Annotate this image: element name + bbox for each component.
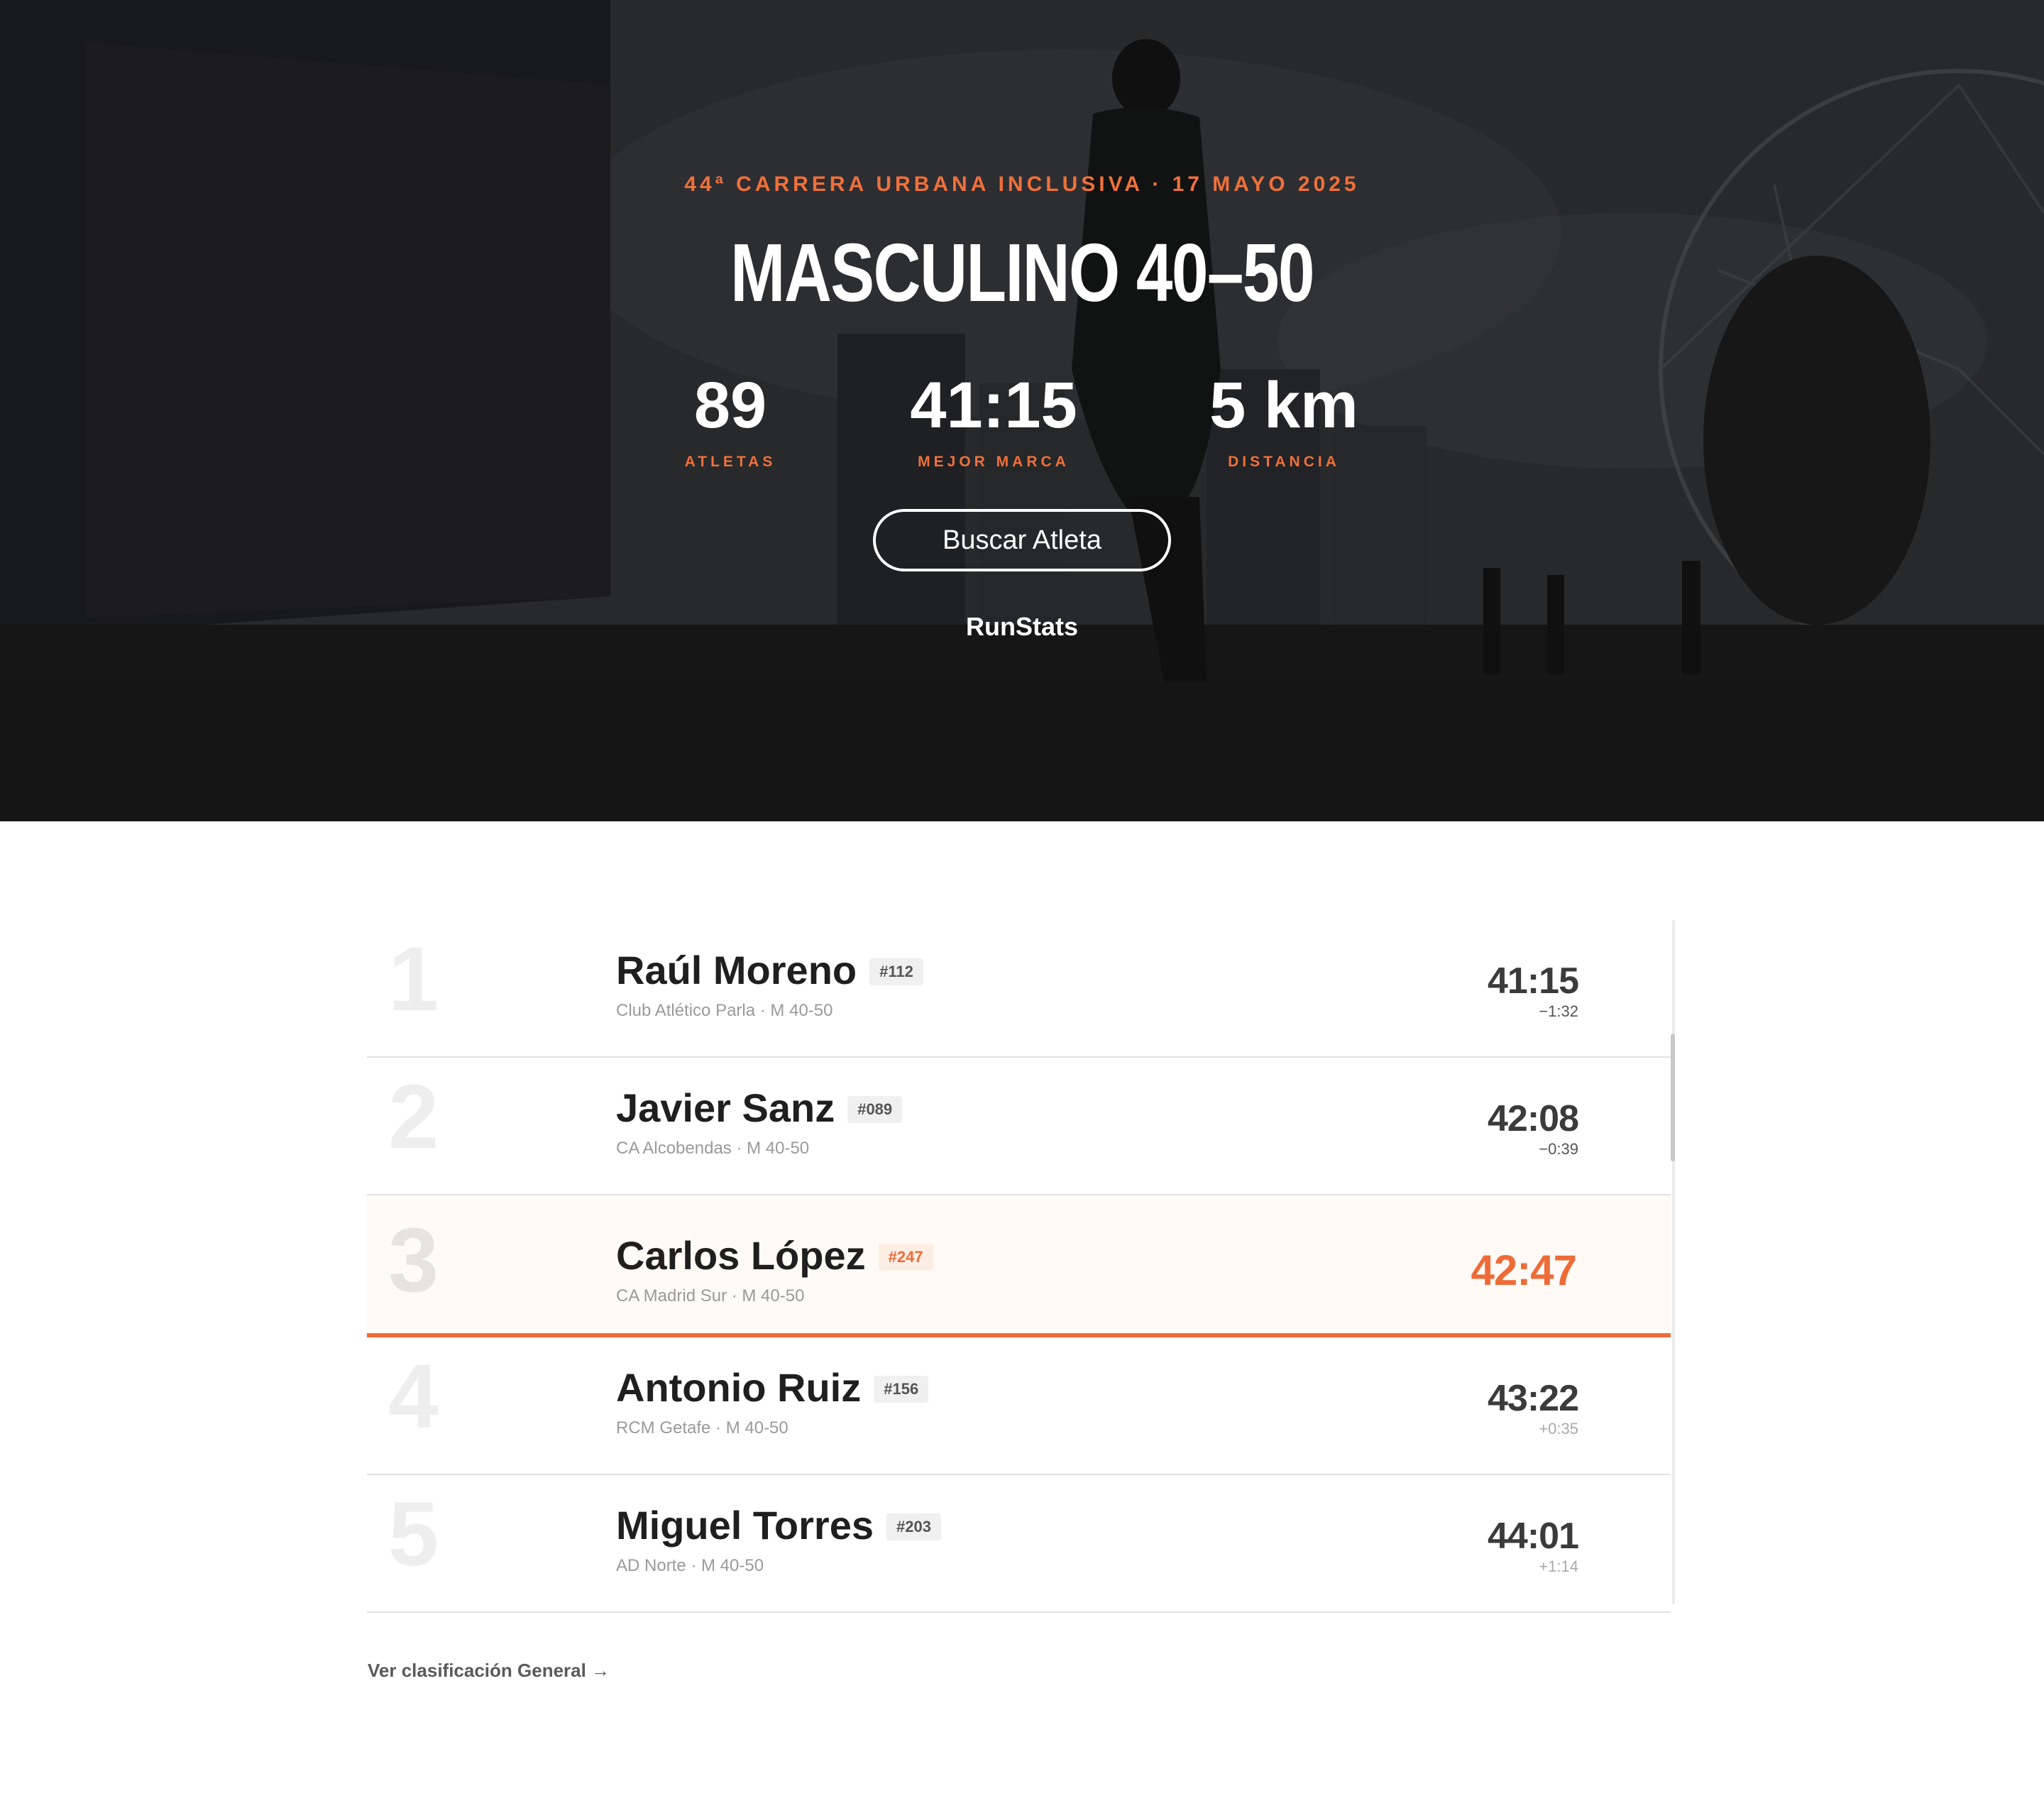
athlete-name: Javier Sanz <box>616 1085 835 1130</box>
time-block: 42:08 −0:39 <box>1488 1098 1579 1159</box>
result-row-highlighted[interactable]: 3 Carlos López #247 CA Madrid Sur · M 40… <box>367 1195 1671 1337</box>
athlete-club: RCM Getafe · M 40-50 <box>616 1418 789 1438</box>
stat-athletes: 89 ATLETAS <box>617 373 844 471</box>
bib-badge: #089 <box>847 1095 903 1123</box>
athlete-club: CA Madrid Sur · M 40-50 <box>616 1286 805 1305</box>
stats-row: 89 ATLETAS 41:15 MEJOR MARCA 5 km DISTAN… <box>0 373 2044 472</box>
stat-label: MEJOR MARCA <box>918 454 1070 470</box>
time-difference: +0:35 <box>1539 1420 1578 1438</box>
result-row[interactable]: 4 Antonio Ruiz #156 RCM Getafe · M 40-50… <box>367 1337 1671 1475</box>
stat-value: 89 <box>693 369 767 442</box>
athlete-name: Raúl Moreno <box>616 948 857 992</box>
time-block: 43:22 +0:35 <box>1488 1378 1579 1438</box>
rank-number: 3 <box>388 1210 439 1311</box>
rank-number: 1 <box>388 929 439 1030</box>
hero-banner: 44ª CARRERA URBANA INCLUSIVA · 17 MAYO 2… <box>0 0 2044 821</box>
athlete-name-line: Raúl Moreno #112 <box>616 947 923 993</box>
hero-content: 44ª CARRERA URBANA INCLUSIVA · 17 MAYO 2… <box>0 0 2044 821</box>
event-subtitle: 44ª CARRERA URBANA INCLUSIVA · 17 MAYO 2… <box>684 173 1360 196</box>
athlete-club: CA Alcobendas · M 40-50 <box>616 1139 810 1158</box>
time-block: 44:01 +1:14 <box>1488 1516 1579 1576</box>
time-difference: −0:39 <box>1539 1140 1578 1158</box>
rank-number: 2 <box>388 1066 439 1168</box>
rank-number: 5 <box>388 1484 439 1585</box>
athlete-name-line: Miguel Torres #203 <box>616 1502 941 1548</box>
time-difference: +1:14 <box>1539 1557 1578 1575</box>
result-row[interactable]: 2 Javier Sanz #089 CA Alcobendas · M 40-… <box>367 1058 1671 1195</box>
scrollbar-thumb[interactable] <box>1671 1034 1675 1161</box>
finish-time: 42:47 <box>1471 1247 1577 1294</box>
stat-value: 5 km <box>1209 369 1358 442</box>
athlete-club: AD Norte · M 40-50 <box>616 1556 764 1575</box>
bib-badge: #112 <box>869 958 923 985</box>
brand-name[interactable]: RunStats <box>0 612 2044 642</box>
athlete-name-line: Carlos López #247 <box>616 1232 933 1278</box>
athlete-name-line: Antonio Ruiz #156 <box>616 1364 929 1411</box>
time-difference: −1:32 <box>1539 1002 1578 1020</box>
scrollbar-track[interactable] <box>1672 920 1675 1604</box>
time-block: 42:47 <box>1471 1247 1577 1294</box>
stat-value: 41:15 <box>910 369 1077 442</box>
rank-number: 4 <box>388 1346 439 1447</box>
bib-badge: #247 <box>878 1243 933 1271</box>
athlete-club: Club Atlético Parla · M 40-50 <box>616 1001 833 1020</box>
finish-time: 43:22 <box>1488 1378 1579 1419</box>
general-classification-link[interactable]: Ver clasificación General → <box>368 1660 610 1682</box>
finish-time: 41:15 <box>1488 960 1579 1002</box>
search-athlete-button[interactable]: Buscar Atleta <box>873 509 1171 571</box>
result-row[interactable]: 5 Miguel Torres #203 AD Norte · M 40-50 … <box>367 1475 1671 1613</box>
athlete-name: Carlos López <box>616 1233 866 1278</box>
stat-label: ATLETAS <box>684 454 776 470</box>
result-row[interactable]: 1 Raúl Moreno #112 Club Atlético Parla ·… <box>367 920 1671 1058</box>
stat-best-time: 41:15 MEJOR MARCA <box>880 373 1107 471</box>
athlete-name-line: Javier Sanz #089 <box>616 1085 903 1131</box>
category-title: MASCULINO 40–50 <box>730 226 1314 319</box>
time-block: 41:15 −1:32 <box>1488 960 1579 1021</box>
finish-time: 42:08 <box>1488 1098 1579 1139</box>
athlete-name: Miguel Torres <box>616 1503 874 1548</box>
athlete-name: Antonio Ruiz <box>616 1365 862 1410</box>
bib-badge: #156 <box>874 1375 929 1403</box>
bib-badge: #203 <box>886 1513 941 1540</box>
stat-label: DISTANCIA <box>1228 454 1340 470</box>
finish-time: 44:01 <box>1488 1516 1579 1557</box>
stat-distance: 5 km DISTANCIA <box>1170 373 1397 471</box>
results-list[interactable]: 1 Raúl Moreno #112 Club Atlético Parla ·… <box>367 920 1675 1613</box>
